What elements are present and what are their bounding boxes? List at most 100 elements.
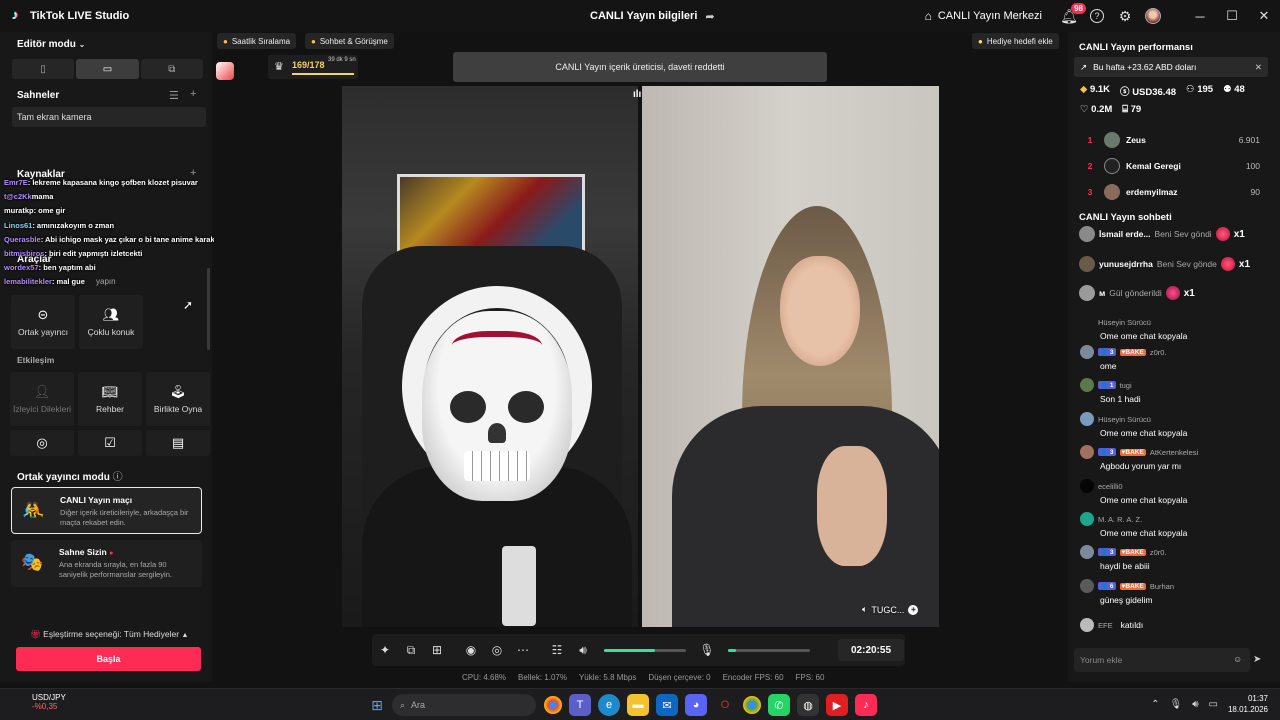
maximize-button[interactable]: ☐ [1216,0,1248,32]
more-icon[interactable]: ⋯ [510,643,536,657]
search-placeholder: Ara [411,700,426,710]
magic-wand-icon[interactable]: ✦ [372,643,398,657]
tiktok-live-studio-icon[interactable]: ♪ [855,694,877,716]
live-info-button[interactable]: CANLI Yayın bilgileri ➦ [590,0,715,32]
live-center-button[interactable]: ⌂ CANLI Yayın Merkezi [925,9,1042,23]
play-together-tool[interactable]: 🕹︎ Birlikte Oyna [146,372,210,426]
chevron-up-icon[interactable]: ⌃ [1151,699,1159,710]
stage-icon: 🎭 [21,552,44,572]
add-scene-icon[interactable]: + [190,88,196,100]
viewers-metric: ⚇ 195 [1186,84,1214,95]
hourly-ranking-pill[interactable]: ● Saatlik Sıralama [217,33,297,49]
camera-settings-icon[interactable]: ◎ [484,643,510,657]
youtube-icon[interactable]: ▶ [826,694,848,716]
ranking-row[interactable]: 1 Zeus 6.901 [1080,130,1260,150]
editor-mode-dropdown[interactable]: Editör modu ⌄ [17,39,85,50]
chat-call-pill[interactable]: ● Sohbet & Görüşme [305,33,394,49]
viewer-wishes-tool[interactable]: 👤︎ İzleyici Dilekleri [10,372,74,426]
mic-slider[interactable] [728,648,810,652]
avatar [1104,158,1120,174]
overlay-chat-line: t@c2Kkmama [4,192,54,202]
mask-eye [508,391,544,423]
outlook-icon[interactable]: ✉ [656,694,678,716]
add-gift-goal-pill[interactable]: ● Hediye hedefi ekle [972,33,1059,49]
app-brand: TikTok LIVE Studio [0,7,129,22]
microphone-tray-icon[interactable]: 🎙︎ [1169,699,1182,710]
edge-icon[interactable]: e [598,694,620,716]
volume-icon[interactable]: 🔊︎ [570,643,596,658]
fan-badge: ♥BAKE [1119,348,1146,356]
level-badge: 👤 6 [1098,582,1116,590]
minimize-button[interactable]: ─ [1184,0,1216,32]
teams-icon[interactable]: T [569,694,591,716]
volume-fill [604,648,655,652]
co-host-tool[interactable]: ⊝ Ortak yayıncı [11,295,75,349]
avatar [1080,445,1094,459]
emoji-icon[interactable]: ☺ [1233,654,1242,664]
start-button[interactable]: Başla [16,647,201,671]
settings-button[interactable]: ⚙ [1112,3,1138,29]
ranking-row[interactable]: 3 erdemyilmaz 90 [1080,182,1260,202]
poll-tool[interactable]: ◎ [10,430,74,456]
lightbulb-icon: ● [978,36,983,46]
live-match-card[interactable]: 🤼 CANLI Yayın maçı Diğer içerik üreticil… [11,487,202,534]
close-icon[interactable]: ✕ [1255,62,1262,73]
scene-list-icon[interactable]: ☰ [169,89,179,102]
volume-slider[interactable] [604,648,686,652]
multi-guest-tool[interactable]: 👥︎ Çoklu konuk [79,295,143,349]
discord-icon[interactable]: ◕ [685,694,707,716]
system-tray: ⌃ 🎙︎ 🔊︎ ▭ 01:37 18.01.2026 [1151,693,1268,715]
tasks-tool[interactable]: ☑ [78,430,142,456]
cpu-stat: CPU: 4.68% [462,673,507,682]
pairing-option-dropdown[interactable]: 🎁︎ Eşleştirme seçeneği: Tüm Hediyeler ▲ [30,629,188,640]
fan-badge: ♥BAKE [1119,448,1146,456]
level-badge: 👤 3 [1098,448,1116,456]
app-icon[interactable]: ◍ [797,694,819,716]
stage-yours-card[interactable]: 🎭 Sahne Sizin ● Ana ekranda sırayla, en … [11,540,202,587]
taskbar-search[interactable]: ⌕ Ara [392,694,536,716]
host-video [342,86,638,627]
landscape-icon: ▭ [102,63,113,75]
encoder-fps-stat: Encoder FPS: 60 [722,673,784,682]
help-button[interactable]: ? [1084,3,1110,29]
coin-icon: ● [311,36,316,46]
volume-tray-icon[interactable]: 🔊︎ [1192,699,1198,710]
card-desc: Diğer içerik üreticileriyle, arkadaşça b… [60,508,189,527]
opera-icon[interactable]: O [714,694,736,716]
portrait-mode-button[interactable]: ▯ [12,59,75,79]
gear-icon: ⚙ [1118,7,1132,24]
scene-item[interactable]: Tam ekran kamera [12,107,206,127]
comment-input[interactable]: Yorum ekle ☺ [1074,648,1250,672]
battery-icon[interactable]: ▭ [1209,699,1218,710]
box-tool[interactable]: ▤ [146,430,210,456]
ranking-row[interactable]: 2 Kemal Geregi 100 [1080,156,1260,176]
stock-widget[interactable]: USD/JPY -%0,35 [12,693,66,711]
weekly-earnings: Bu hafta +23.62 ABD doları [1093,62,1197,72]
level-badge: 👤 1 [1098,381,1116,389]
screen-share-icon[interactable]: ⧉ [398,643,424,658]
tool-label: İzleyici Dilekleri [12,404,72,414]
whatsapp-icon[interactable]: ✆ [768,694,790,716]
pairing-option-label: Eşleştirme seçeneği: Tüm Hediyeler [43,629,180,639]
send-icon[interactable]: ➤ [1253,654,1261,665]
chrome-icon-2[interactable] [743,696,761,714]
mixer-icon[interactable]: ☷ [544,643,570,657]
layout-icon[interactable]: ⊞ [424,643,450,657]
file-explorer-icon[interactable]: ▬ [627,694,649,716]
close-button[interactable]: ✕ [1248,0,1280,32]
search-icon: ⌕ [400,699,406,710]
chrome-icon[interactable] [544,696,562,714]
dual-mode-button[interactable]: ⧉ [140,59,203,79]
windows-start-icon[interactable]: ⊞ [366,694,388,716]
guide-tool[interactable]: 📖︎ Rehber [78,372,142,426]
editor-mode-label: Editör modu [17,39,76,50]
guest-label[interactable]: 🔈︎ TUGC... + [862,604,919,615]
gift-message: İsmail erde... Beni Sev göndi x1 [1079,224,1245,244]
notifications-button[interactable]: 🔔︎ 98 [1056,3,1086,29]
clock[interactable]: 01:37 18.01.2026 [1228,693,1268,715]
landscape-mode-button[interactable]: ▭ [76,59,139,79]
profile-button[interactable] [1140,3,1166,29]
microphone-icon[interactable]: 🎙︎ [694,643,720,657]
record-icon[interactable]: ◉ [458,643,484,657]
guest-hand [817,446,887,566]
